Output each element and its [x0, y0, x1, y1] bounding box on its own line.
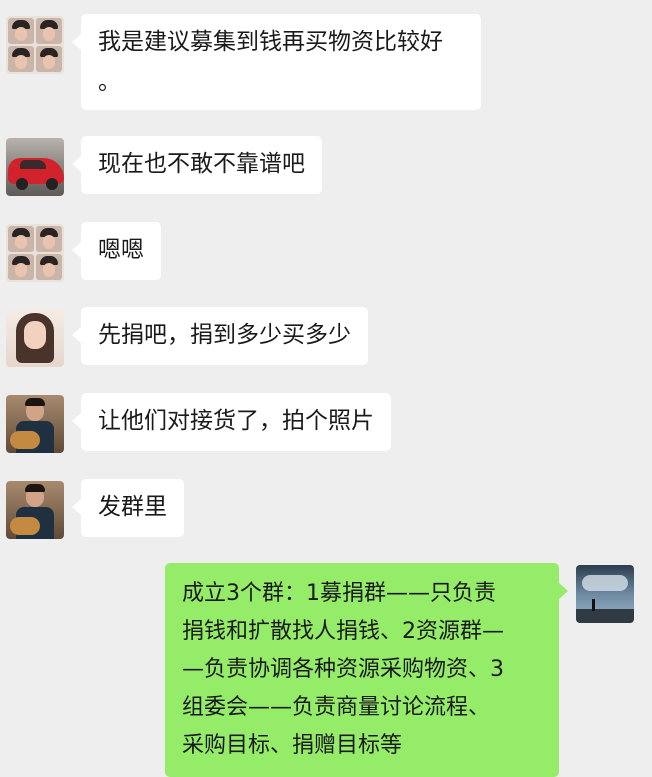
sky-landscape-avatar[interactable]	[576, 565, 634, 623]
message-bubble[interactable]: 先捐吧，捐到多少买多少	[72, 307, 368, 365]
message-text-line: 先捐吧，捐到多少买多少	[98, 322, 351, 348]
message-text-line: 捐钱和扩散找人捐钱、2资源群—	[182, 619, 504, 644]
message-text-line: 我是建议募集到钱再买物资比较好	[98, 29, 443, 55]
group-avatar[interactable]	[6, 16, 64, 74]
message-text-line: 。	[98, 69, 121, 95]
message-text-line: 发群里	[98, 494, 167, 520]
message-bubble[interactable]: 现在也不敢不靠谱吧	[72, 136, 322, 194]
message-text-line: 组委会——负责商量讨论流程、	[182, 695, 491, 720]
message-bubble[interactable]: 发群里	[72, 479, 184, 537]
message-text-line: 嗯嗯	[98, 237, 144, 263]
message-text-line: 采购目标、捐赠目标等	[182, 733, 403, 758]
group-avatar[interactable]	[6, 224, 64, 282]
message-text-line: —负责协调各种资源采购物资、3	[182, 657, 504, 682]
message-text-line: 让他们对接货了，拍个照片	[98, 408, 374, 434]
guitar-man-avatar[interactable]	[6, 481, 64, 539]
girl-avatar[interactable]	[6, 309, 64, 367]
message-bubble[interactable]: 让他们对接货了，拍个照片	[72, 393, 391, 451]
message-text-line: 成立3个群：1募捐群——只负责	[182, 581, 496, 606]
message-text-line: 现在也不敢不靠谱吧	[98, 151, 305, 177]
red-car-avatar[interactable]	[6, 138, 64, 196]
message-bubble[interactable]: 我是建议募集到钱再买物资比较好 。	[72, 14, 481, 110]
message-bubble[interactable]: 嗯嗯	[72, 222, 161, 280]
guitar-man-avatar[interactable]	[6, 395, 64, 453]
message-bubble-self[interactable]: 成立3个群：1募捐群——只负责 捐钱和扩散找人捐钱、2资源群— —负责协调各种资…	[165, 563, 568, 777]
